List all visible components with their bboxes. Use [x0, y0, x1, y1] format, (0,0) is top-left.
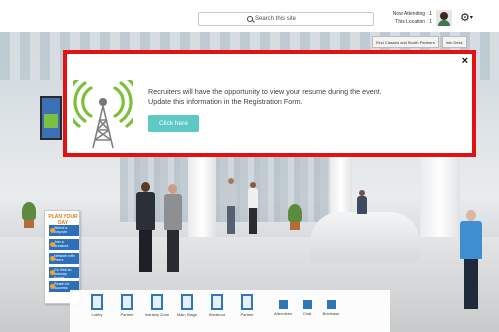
nav-breakout[interactable]: Breakout	[202, 294, 232, 317]
plan-item-label: Reach for Success	[54, 282, 70, 290]
click-here-button[interactable]: Click here	[148, 115, 199, 132]
search-icon	[247, 16, 253, 22]
bullet-icon	[50, 256, 55, 261]
chevron-down-icon: ▾	[469, 15, 473, 22]
nav-briefcase[interactable]: Briefcase	[316, 294, 346, 316]
main-stage-icon	[181, 294, 193, 310]
bullet-icon	[50, 242, 55, 247]
avatar[interactable]	[436, 10, 452, 26]
gear-icon: ⚙	[460, 12, 470, 24]
nav-partner[interactable]: Partner	[112, 294, 142, 317]
now-attending-label: Now Attending	[392, 11, 426, 17]
plan-item-label: Join a Breakout	[54, 240, 69, 248]
plan-item[interactable]: Join a Breakout	[49, 239, 79, 250]
modal-message: Recruiters will have the opportunity to …	[148, 87, 458, 107]
bullet-icon	[50, 284, 55, 289]
attendee-figure	[133, 182, 159, 292]
nav-label: Breakout	[208, 312, 225, 317]
modal-message-line: Recruiters will have the opportunity to …	[148, 87, 382, 96]
nav-label: Partner	[240, 312, 254, 317]
nav-partner-booth[interactable]: Partner	[232, 294, 262, 317]
nav-label: Industry Zone	[144, 312, 170, 317]
attendees-icon	[278, 300, 288, 309]
attendee-figure	[246, 182, 260, 238]
nav-label: Main Stage	[176, 312, 198, 317]
chat-icon	[302, 300, 312, 309]
plant-decoration	[22, 202, 36, 220]
bullet-icon	[50, 228, 55, 233]
nav-label: Lobby	[91, 312, 103, 317]
scene-tools: Find Classes and Booth Partners Info Des…	[372, 36, 490, 48]
attendance-counter: Now Attending : 1 This Location : 1	[392, 11, 432, 25]
plan-item-label: Attend a Keynote	[54, 226, 68, 234]
broadcast-tower-icon	[73, 80, 133, 149]
settings-menu-button[interactable]: ⚙▾	[460, 11, 480, 25]
search-placeholder: Search this site	[255, 16, 297, 22]
nav-label: Briefcase	[322, 311, 340, 316]
plan-item[interactable]: Go Visit an Industry Expert	[49, 267, 79, 280]
plan-item[interactable]: Attend a Keynote	[49, 225, 79, 236]
briefcase-icon	[326, 300, 336, 309]
plan-item[interactable]: Network with Peers	[49, 253, 79, 264]
bottom-navigation: Lobby Partner Industry Zone Main Stage B…	[70, 290, 390, 332]
plant-pot	[24, 220, 34, 228]
bullet-icon	[50, 270, 55, 275]
close-icon: ×	[461, 55, 468, 67]
attendee-figure	[456, 210, 486, 322]
info-desk-button[interactable]: Info Desk	[441, 36, 467, 48]
attendee-figure	[161, 184, 185, 294]
plant-pot	[290, 222, 300, 230]
partner-icon	[121, 294, 133, 310]
modal-message-line: Update this information in the Registrat…	[148, 97, 303, 106]
this-location-value: 1	[429, 19, 432, 25]
breakout-icon	[211, 294, 223, 310]
lobby-signage	[40, 96, 62, 140]
nav-label: Partner	[120, 312, 134, 317]
resume-notice-modal: × Recruiters will have the opportunity t…	[63, 50, 476, 157]
nav-industry-zone[interactable]: Industry Zone	[142, 294, 172, 317]
top-bar: Search this site Now Attending : 1 This …	[0, 0, 499, 32]
industry-zone-icon	[151, 294, 163, 310]
plant-decoration	[288, 204, 302, 222]
nav-lobby[interactable]: Lobby	[82, 294, 112, 317]
plan-item-label: Go Visit an Industry Expert	[54, 268, 72, 280]
plan-item-label: Network with Peers	[54, 254, 75, 262]
nav-main-stage[interactable]: Main Stage	[172, 294, 202, 317]
attendee-figure	[356, 190, 368, 234]
lobby-icon	[91, 294, 103, 310]
attendee-figure	[224, 178, 238, 238]
partner-booth-icon	[241, 294, 253, 310]
close-button[interactable]: ×	[462, 56, 468, 67]
find-partners-button[interactable]: Find Classes and Booth Partners	[372, 36, 439, 48]
now-attending-value: 1	[429, 11, 432, 17]
this-location-label: This Location	[395, 19, 426, 25]
search-input[interactable]: Search this site	[198, 12, 374, 26]
